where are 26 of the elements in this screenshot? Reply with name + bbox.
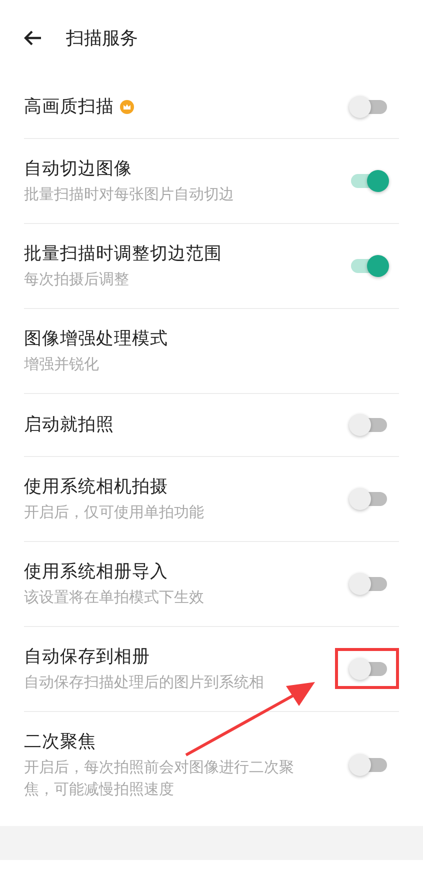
- setting-description: 开启后，每次拍照前会对图像进行二次聚焦，可能减慢拍照速度: [24, 757, 295, 800]
- back-icon[interactable]: [24, 30, 42, 46]
- setting-title: 启动就拍照: [24, 414, 114, 437]
- settings-row[interactable]: 启动就拍照: [24, 394, 399, 457]
- setting-title: 使用系统相册导入: [24, 561, 168, 584]
- settings-row[interactable]: 图像增强处理模式 增强并锐化: [24, 309, 399, 394]
- setting-title: 高画质扫描: [24, 96, 114, 119]
- settings-row[interactable]: 高画质扫描: [24, 76, 399, 139]
- page-title: 扫描服务: [66, 27, 138, 50]
- settings-row[interactable]: 批量扫描时调整切边范围 每次拍摄后调整: [24, 224, 399, 309]
- settings-row[interactable]: 二次聚焦 开启后，每次拍照前会对图像进行二次聚焦，可能减慢拍照速度: [24, 712, 399, 818]
- setting-description: 每次拍摄后调整: [24, 269, 130, 290]
- setting-title: 自动切边图像: [24, 158, 132, 181]
- setting-title: 二次聚焦: [24, 731, 96, 754]
- setting-description: 开启后，仅可使用单拍功能: [24, 502, 205, 523]
- setting-title: 自动保存到相册: [24, 646, 150, 669]
- setting-title: 图像增强处理模式: [24, 328, 168, 351]
- setting-description: 批量扫描时对每张图片自动切边: [24, 184, 235, 205]
- setting-description: 该设置将在单拍模式下生效: [24, 587, 205, 608]
- setting-title: 批量扫描时调整切边范围: [24, 243, 222, 266]
- setting-description: 自动保存扫描处理后的图片到系统相: [24, 672, 265, 693]
- settings-row[interactable]: 自动切边图像 批量扫描时对每张图片自动切边: [24, 139, 399, 224]
- setting-description: 增强并锐化: [24, 354, 100, 375]
- setting-title: 使用系统相机拍摄: [24, 476, 168, 499]
- settings-row[interactable]: 使用系统相机拍摄 开启后，仅可使用单拍功能: [24, 457, 399, 542]
- settings-row[interactable]: 使用系统相册导入 该设置将在单拍模式下生效: [24, 542, 399, 627]
